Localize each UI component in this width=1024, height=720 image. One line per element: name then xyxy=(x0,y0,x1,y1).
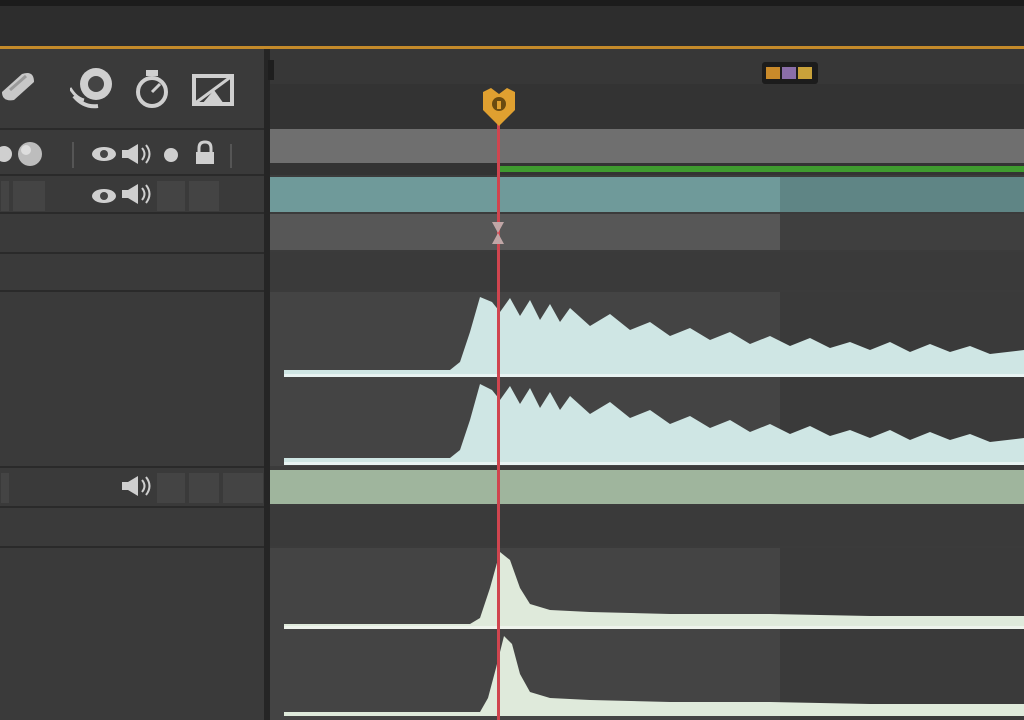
layer-1-video-eye-icon[interactable] xyxy=(90,186,118,206)
keyframe-row-outside xyxy=(780,214,1024,250)
audio-layer-1-waveform xyxy=(284,297,1024,465)
audio-layer-2-waveform xyxy=(284,552,1024,716)
header-row-bar xyxy=(270,129,1024,163)
panel-separator xyxy=(0,466,266,468)
panel-separator xyxy=(0,290,266,292)
motion-blur-icon[interactable] xyxy=(70,66,118,110)
panel-header xyxy=(0,0,1024,48)
current-time-indicator-icon[interactable] xyxy=(481,88,517,128)
lock-icon[interactable] xyxy=(194,140,216,166)
panel-separator xyxy=(0,212,266,214)
panel-separator xyxy=(0,546,266,548)
panel-separator xyxy=(0,252,266,254)
ruler-start-tick xyxy=(268,60,274,80)
audio-layer-2-spacer xyxy=(270,506,1024,546)
panel-separator xyxy=(0,506,266,508)
layer-2-lock-cell[interactable] xyxy=(188,472,220,504)
layer-2-extra-cell[interactable] xyxy=(222,472,264,504)
layer-2-audio-speaker-icon[interactable] xyxy=(120,474,154,498)
audio-layer-1-spacer xyxy=(270,252,1024,290)
layer-2-solo-cell[interactable] xyxy=(156,472,186,504)
draft-3d-icon[interactable] xyxy=(0,66,40,106)
keyframe-marker-icon[interactable] xyxy=(490,220,506,246)
audio-layer-2-bar[interactable] xyxy=(270,470,1024,504)
video-eye-icon[interactable] xyxy=(90,144,118,164)
playhead-line[interactable] xyxy=(497,118,500,720)
panel-header-edge xyxy=(0,0,1024,6)
layer-1-solo-cell[interactable] xyxy=(156,180,186,212)
solo-dot-icon[interactable] xyxy=(162,146,180,164)
audio-layer-1-keyframe-row xyxy=(270,214,1024,250)
composition-marker-group[interactable] xyxy=(762,62,818,84)
marker-purple[interactable] xyxy=(782,67,796,79)
column-divider xyxy=(230,144,232,168)
graph-editor-icon[interactable] xyxy=(132,68,172,110)
layer-1-switch-cell[interactable] xyxy=(0,180,10,212)
audio-layer-1-bar-outside xyxy=(780,177,1024,212)
column-divider xyxy=(72,142,74,168)
layer-2-switch-cell[interactable] xyxy=(0,472,10,504)
frame-blending-icon[interactable] xyxy=(190,70,238,110)
panel-separator xyxy=(0,174,266,176)
layer-1-lock-cell[interactable] xyxy=(188,180,220,212)
audio-speaker-icon[interactable] xyxy=(120,142,154,166)
work-area-bar[interactable] xyxy=(500,166,1024,172)
panel-separator xyxy=(0,128,266,130)
audio-layer-1-bar[interactable] xyxy=(270,177,1024,212)
layer-1-switch-cell[interactable] xyxy=(12,180,46,212)
time-ruler-lower[interactable] xyxy=(270,84,1024,129)
layer-1-audio-speaker-icon[interactable] xyxy=(120,182,154,206)
marker-yellow[interactable] xyxy=(798,67,812,79)
shy-layers-icon[interactable] xyxy=(0,140,48,168)
marker-orange[interactable] xyxy=(766,67,780,79)
